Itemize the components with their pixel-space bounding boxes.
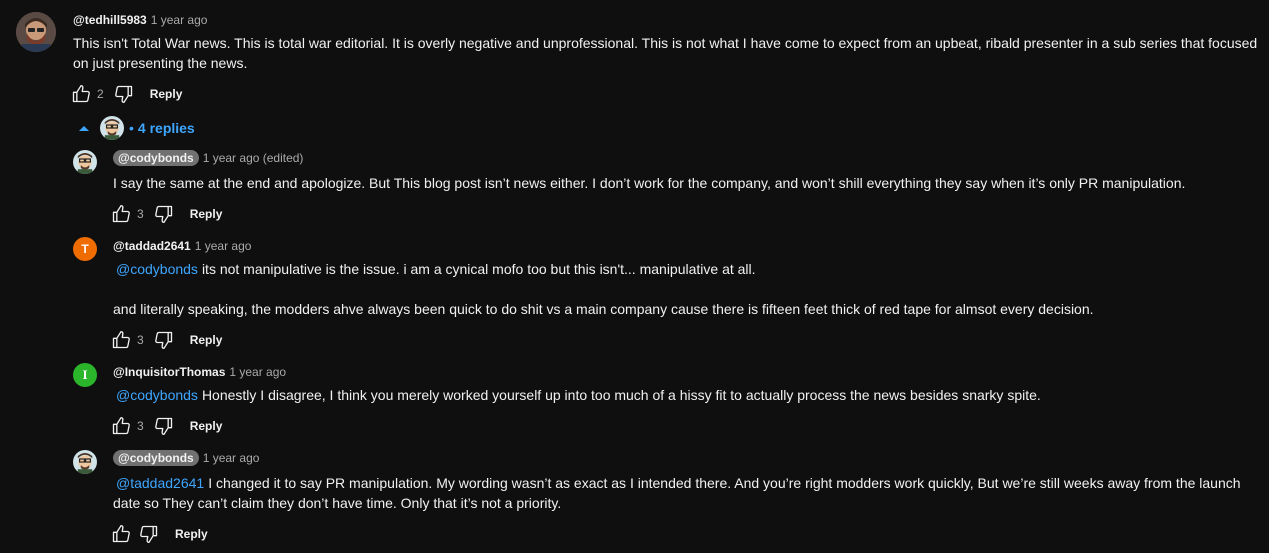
like-count: 3 (137, 333, 144, 347)
reply-actions: Reply (109, 522, 208, 546)
thumbs-up-icon (112, 205, 130, 223)
avatar[interactable] (73, 450, 97, 474)
comment-timestamp[interactable]: 1 year ago (151, 13, 208, 27)
reply-timestamp[interactable]: 1 year ago (203, 451, 260, 465)
like-button[interactable] (109, 414, 133, 438)
reply-timestamp[interactable]: 1 year ago (195, 239, 252, 253)
cartoon-face-icon (73, 450, 97, 474)
thumbs-down-icon (154, 331, 172, 349)
comment-header: @tedhill5983 1 year ago (73, 13, 207, 27)
dislike-button[interactable] (152, 414, 176, 438)
like-button[interactable] (69, 82, 93, 106)
reply-text-paragraph: and literally speaking, the modders ahve… (113, 301, 1094, 317)
reply-text: @codybonds Honestly I disagree, I think y… (113, 385, 1253, 405)
dislike-button[interactable] (112, 82, 136, 106)
like-button[interactable] (109, 522, 133, 546)
user-photo-icon (16, 12, 56, 52)
reply-body: its not manipulative is the issue. i am … (201, 261, 756, 277)
dislike-button[interactable] (137, 522, 161, 546)
reply-text: @codybonds its not manipulative is the is… (113, 259, 1253, 279)
reply-timestamp[interactable]: 1 year ago (edited) (203, 151, 304, 165)
dislike-button[interactable] (152, 328, 176, 352)
creator-author-chip[interactable]: @codybonds (113, 450, 199, 466)
reply-text: I say the same at the end and apologize.… (113, 175, 1186, 191)
replies-toggle[interactable]: • 4 replies (78, 116, 195, 140)
comment-author[interactable]: @tedhill5983 (73, 13, 147, 27)
avatar[interactable] (73, 150, 97, 174)
avatar-letter: I (82, 367, 88, 382)
reply-button[interactable]: Reply (190, 419, 223, 433)
creator-avatar-mini (100, 116, 124, 140)
reply-body: Honestly I disagree, I think you merely … (201, 387, 1041, 403)
reply-timestamp[interactable]: 1 year ago (229, 365, 286, 379)
cartoon-face-icon (100, 116, 124, 140)
replies-count-label[interactable]: 4 replies (138, 120, 195, 136)
reply-button[interactable]: Reply (190, 333, 223, 347)
avatar[interactable]: I (73, 363, 97, 387)
comment-text: This isn't Total War news. This is total… (73, 35, 1258, 71)
reply-header: @codybonds 1 year ago (edited) (113, 150, 303, 166)
thumbs-down-icon (154, 417, 172, 435)
reply-header: @taddad2641 1 year ago (113, 239, 251, 253)
like-count: 3 (137, 419, 144, 433)
reply-button[interactable]: Reply (190, 207, 223, 221)
mention-link[interactable]: @codybonds (116, 261, 198, 277)
mention-link[interactable]: @codybonds (116, 387, 198, 403)
cartoon-face-icon (73, 150, 97, 174)
avatar[interactable] (16, 12, 56, 52)
reply-body: I changed it to say PR manipulation. My … (113, 475, 1241, 511)
thumbs-down-icon (154, 205, 172, 223)
reply-button[interactable]: Reply (150, 87, 183, 101)
thumbs-down-icon (140, 525, 158, 543)
dislike-button[interactable] (152, 202, 176, 226)
reply-author[interactable]: @InquisitorThomas (113, 365, 225, 379)
reply-text: @taddad2641 I changed it to say PR manipu… (113, 473, 1253, 513)
like-count: 2 (97, 87, 104, 101)
comment-actions: 2 Reply (69, 82, 182, 106)
like-button[interactable] (109, 328, 133, 352)
chevron-up-icon (79, 126, 89, 131)
mention-link[interactable]: @taddad2641 (116, 475, 204, 491)
separator-dot: • (129, 120, 134, 136)
reply-actions: 3 Reply (109, 414, 222, 438)
avatar-letter: T (81, 242, 89, 256)
reply-actions: 3 Reply (109, 202, 222, 226)
thumbs-up-icon (112, 525, 130, 543)
reply-header: @codybonds 1 year ago (113, 450, 259, 466)
thumbs-up-icon (112, 417, 130, 435)
thumbs-up-icon (72, 85, 90, 103)
reply-actions: 3 Reply (109, 328, 222, 352)
avatar[interactable]: T (73, 237, 97, 261)
reply-button[interactable]: Reply (175, 527, 208, 541)
creator-author-chip[interactable]: @codybonds (113, 150, 199, 166)
thumbs-down-icon (114, 85, 132, 103)
like-count: 3 (137, 207, 144, 221)
like-button[interactable] (109, 202, 133, 226)
reply-author[interactable]: @taddad2641 (113, 239, 191, 253)
reply-header: @InquisitorThomas 1 year ago (113, 365, 286, 379)
thumbs-up-icon (112, 331, 130, 349)
